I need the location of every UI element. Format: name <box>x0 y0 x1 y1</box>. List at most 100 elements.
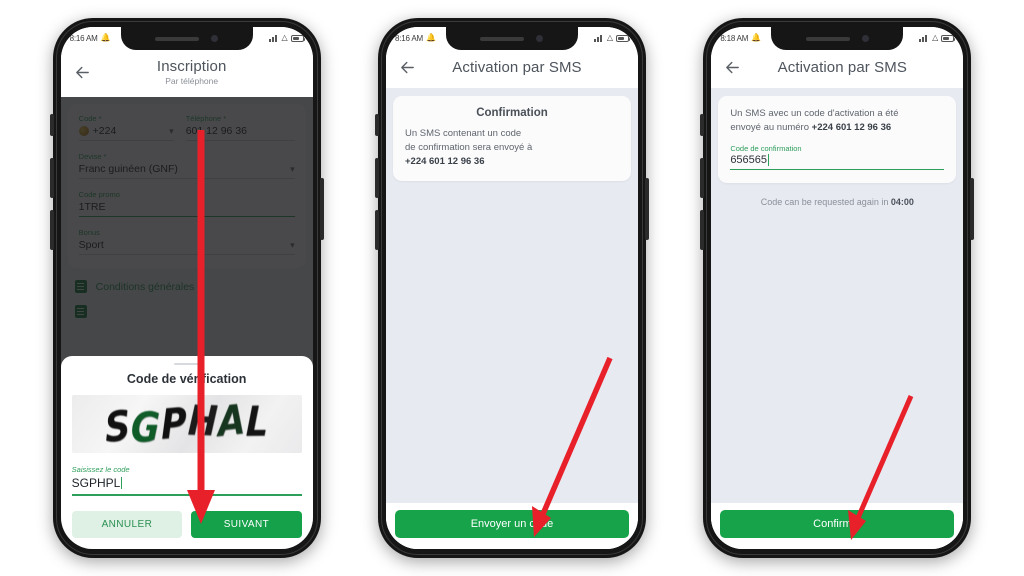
silent-switch[interactable] <box>49 114 54 136</box>
battery-icon <box>615 34 630 42</box>
signal-icon <box>593 34 604 42</box>
back-arrow-icon[interactable] <box>73 63 92 82</box>
phone-body-1: Code * +224 ▾ Téléphone * 601 12 96 36 <box>60 97 313 549</box>
phone-mockup-3: 8:18 AM 🔔 △ Activation par SMS Un SMS av… <box>700 18 975 558</box>
silent-switch[interactable] <box>700 114 705 136</box>
wifi-icon: △ <box>932 33 939 42</box>
wifi-icon: △ <box>606 33 613 42</box>
sheet-grip-handle[interactable] <box>173 362 200 366</box>
next-button[interactable]: SUIVANT <box>191 511 302 538</box>
power-button[interactable] <box>644 178 649 240</box>
captcha-input-value: SGPHPL <box>71 476 121 491</box>
confirmation-code-label: Code de confirmation <box>730 143 802 153</box>
earpiece-speaker <box>480 36 525 41</box>
phone-screen-3: 8:18 AM 🔔 △ Activation par SMS Un SMS av… <box>711 27 964 549</box>
cta-container-3: Confirmer <box>711 503 964 549</box>
earpiece-speaker <box>805 36 850 41</box>
back-arrow-icon[interactable] <box>723 58 742 77</box>
confirmation-phone: +224 601 12 96 36 <box>405 155 619 169</box>
captcha-input-underline <box>71 494 302 496</box>
sheet-action-row: ANNULER SUIVANT <box>71 511 302 538</box>
volume-up-button[interactable] <box>700 158 705 198</box>
phone-body-3: Un SMS avec un code d'activation a été e… <box>711 88 964 549</box>
volume-up-button[interactable] <box>374 158 379 198</box>
confirmation-card-title: Confirmation <box>476 107 548 119</box>
phone-notch-2 <box>445 27 578 50</box>
page-title: Activation par SMS <box>777 59 907 76</box>
confirmation-line-1: Un SMS contenant un code <box>404 128 522 139</box>
send-code-button[interactable]: Envoyer un code <box>394 510 629 538</box>
volume-down-button[interactable] <box>700 210 705 250</box>
front-camera <box>861 35 869 42</box>
silent-switch[interactable] <box>374 114 379 136</box>
cta-container-2: Envoyer un code <box>385 503 638 549</box>
captcha-input-field[interactable]: Saisissez le code SGPHPL <box>71 465 302 496</box>
page-title: Inscription <box>156 58 227 75</box>
phone-mockup-1: 8:16 AM 🔔 △ Inscription Par téléphone Co… <box>49 18 324 558</box>
app-bar-3: Activation par SMS <box>711 49 964 88</box>
battery-icon <box>290 34 305 42</box>
verification-code-sheet: Code de vérification SGPHAL Saisissez le… <box>60 355 313 549</box>
status-bar-left: 8:16 AM 🔔 <box>395 34 436 43</box>
confirmation-code-field[interactable]: Code de confirmation 656565 <box>730 143 945 171</box>
phone-notch-1 <box>120 27 253 50</box>
phone-notch-3 <box>771 27 904 50</box>
confirmation-phone-value: +224 601 12 96 36 <box>404 155 485 167</box>
confirmation-line-2: de confirmation sera envoyé à <box>404 141 533 153</box>
app-bar-2: Activation par SMS <box>385 49 638 88</box>
phone-body-2: Confirmation Un SMS contenant un code de… <box>385 88 638 549</box>
text-caret <box>768 153 770 166</box>
activation-line-1: Un SMS avec un code d'activation a été <box>730 108 899 119</box>
app-bar-titles-2: Activation par SMS <box>427 59 626 76</box>
volume-up-button[interactable] <box>49 158 54 198</box>
page-title: Activation par SMS <box>452 59 582 76</box>
captcha-image: SGPHAL <box>71 395 302 454</box>
status-bar-right: △ <box>593 33 630 42</box>
captcha-input-value-row[interactable]: SGPHPL <box>72 476 302 494</box>
app-bar-1: Inscription Par téléphone <box>60 49 313 97</box>
captcha-input-label: Saisissez le code <box>71 465 130 475</box>
status-time: 8:18 AM <box>720 33 749 43</box>
confirmation-code-underline <box>730 168 945 171</box>
resend-timer-pre: Code can be requested again in <box>760 197 891 208</box>
confirm-button[interactable]: Confirmer <box>720 510 955 538</box>
battery-icon <box>941 34 956 42</box>
activation-phone-value: +224 601 12 96 36 <box>811 121 892 133</box>
power-button[interactable] <box>970 178 975 240</box>
resend-timer-text: Code can be requested again in 04:00 <box>711 197 963 207</box>
back-arrow-icon[interactable] <box>398 58 417 77</box>
bell-icon: 🔔 <box>100 33 111 42</box>
signal-icon <box>268 34 279 42</box>
confirmation-code-value: 656565 <box>730 153 768 166</box>
activation-card: Un SMS avec un code d'activation a été e… <box>718 96 957 184</box>
app-bar-titles-3: Activation par SMS <box>752 59 951 76</box>
confirmation-card: Confirmation Un SMS contenant un code de… <box>392 96 631 182</box>
app-bar-titles-1: Inscription Par téléphone <box>102 58 301 86</box>
status-time: 8:16 AM <box>394 33 423 43</box>
status-bar-left: 8:16 AM 🔔 <box>70 34 111 43</box>
phone-screen-2: 8:16 AM 🔔 △ Activation par SMS Confirmat… <box>385 27 638 549</box>
page-subtitle: Par téléphone <box>165 76 219 86</box>
phone-screen-1: 8:16 AM 🔔 △ Inscription Par téléphone Co… <box>60 27 313 549</box>
status-bar-right: △ <box>919 33 956 42</box>
screenshot-stage: 8:16 AM 🔔 △ Inscription Par téléphone Co… <box>0 0 1024 576</box>
cancel-button[interactable]: ANNULER <box>71 511 183 538</box>
bell-icon: 🔔 <box>425 33 436 42</box>
phone-mockup-2: 8:16 AM 🔔 △ Activation par SMS Confirmat… <box>374 18 649 558</box>
power-button[interactable] <box>319 178 324 240</box>
status-time: 8:16 AM <box>69 33 98 43</box>
captcha-text: SGPHAL <box>103 396 270 454</box>
wifi-icon: △ <box>281 33 288 42</box>
status-bar-right: △ <box>268 33 305 42</box>
bell-icon: 🔔 <box>751 33 762 42</box>
volume-down-button[interactable] <box>374 210 379 250</box>
resend-timer-value: 04:00 <box>890 197 914 208</box>
signal-icon <box>919 34 930 42</box>
volume-down-button[interactable] <box>49 210 54 250</box>
sheet-title: Code de vérification <box>126 372 247 387</box>
earpiece-speaker <box>155 36 200 41</box>
text-caret <box>121 477 123 490</box>
front-camera <box>536 35 544 42</box>
confirmation-code-value-row[interactable]: 656565 <box>730 153 944 169</box>
activation-line-2: envoyé au numéro +224 601 12 96 36 <box>730 121 944 135</box>
